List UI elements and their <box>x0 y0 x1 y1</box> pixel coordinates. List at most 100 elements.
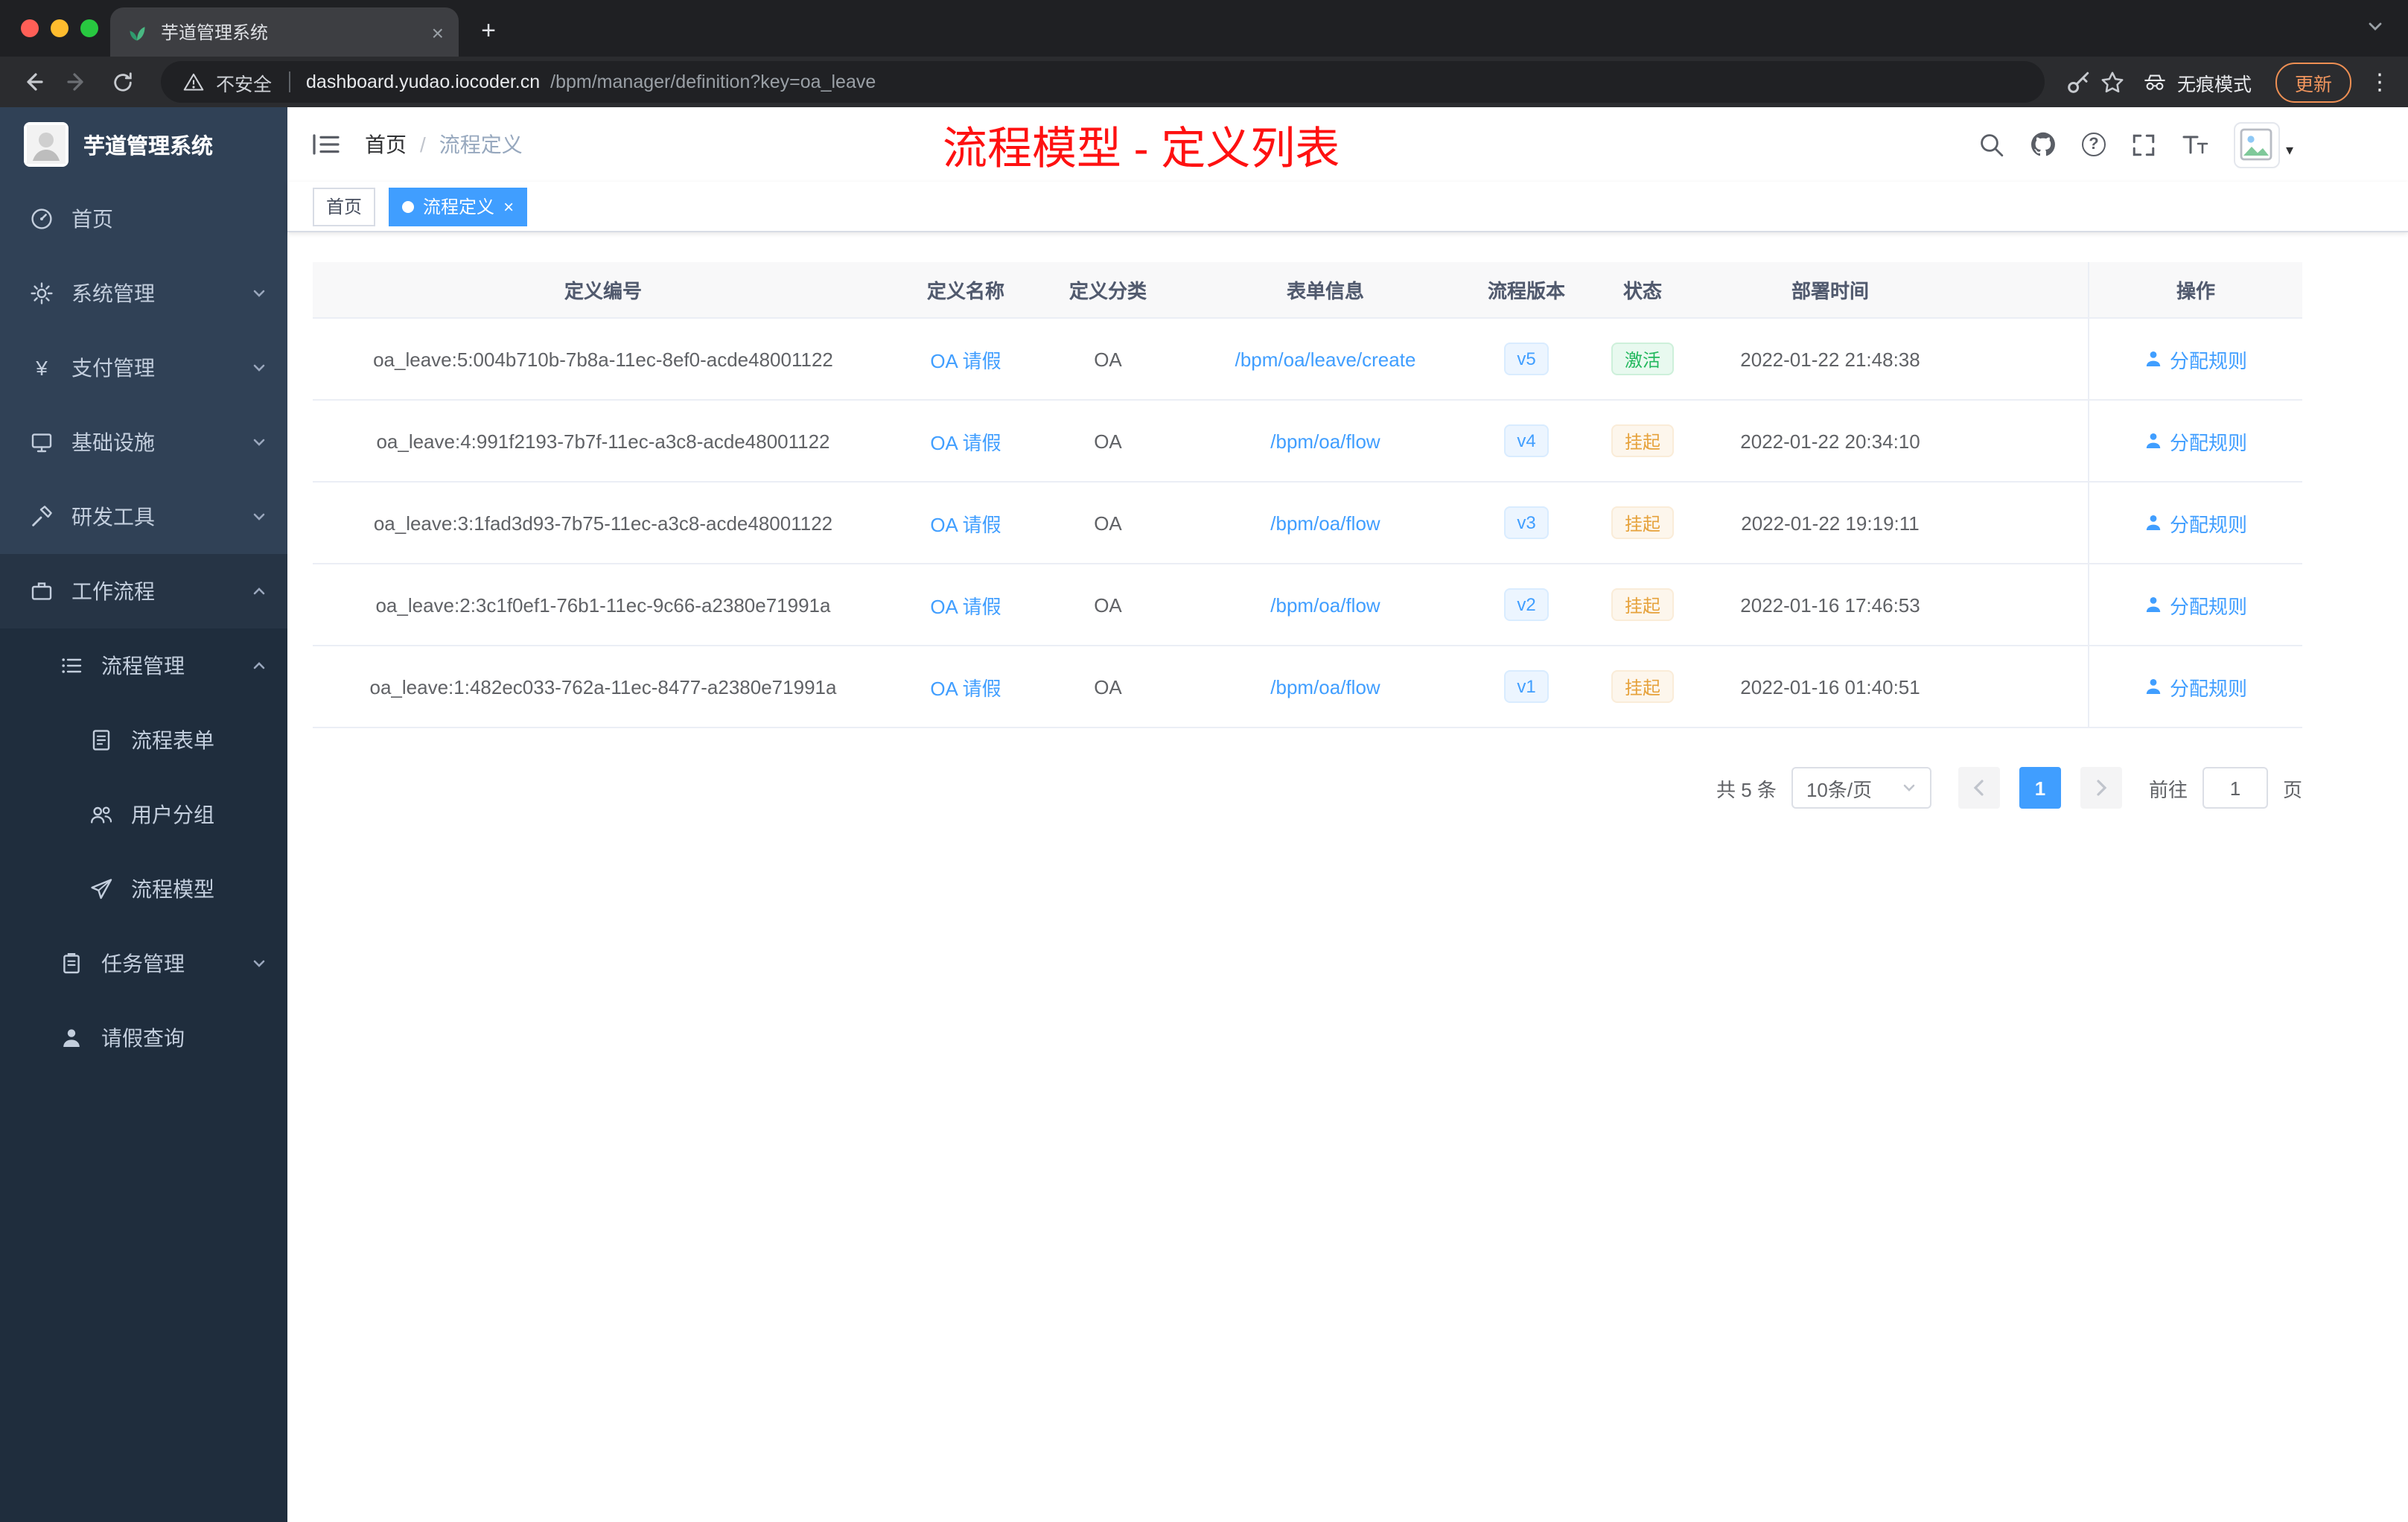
chevron-down-icon <box>252 956 267 971</box>
github-icon[interactable] <box>2030 131 2057 158</box>
browser-menu-icon[interactable]: ⋮ <box>2366 69 2393 95</box>
cell-category: OA <box>1094 348 1122 370</box>
definition-name-link[interactable]: OA 请假 <box>930 590 1001 619</box>
paper-plane-icon <box>89 877 113 901</box>
definition-table: 定义编号 定义名称 定义分类 表单信息 流程版本 状态 部署时间 操作 oa_l… <box>313 262 2302 728</box>
definition-name-link[interactable]: OA 请假 <box>930 427 1001 455</box>
password-key-icon[interactable] <box>2065 69 2091 95</box>
sidebar-item-workflow[interactable]: 工作流程 <box>0 554 287 628</box>
sidebar-item-process-management[interactable]: 流程管理 <box>0 628 287 703</box>
help-icon[interactable]: ? <box>2081 133 2106 156</box>
breadcrumb-home[interactable]: 首页 <box>365 130 407 159</box>
sidebar-item-process-form[interactable]: 流程表单 <box>0 703 287 777</box>
form-link[interactable]: /bpm/oa/flow <box>1270 593 1380 616</box>
caret-down-icon: ▾ <box>2285 142 2293 159</box>
document-icon <box>89 728 113 752</box>
window-zoom-button[interactable] <box>80 19 98 37</box>
form-link[interactable]: /bpm/oa/flow <box>1270 430 1380 452</box>
omnibox-divider <box>288 71 290 92</box>
sidebar-item-home[interactable]: 首页 <box>0 182 287 256</box>
tab-search-icon[interactable] <box>2366 18 2384 36</box>
fullscreen-icon[interactable] <box>2131 132 2156 157</box>
sidebar-item-task-management[interactable]: 任务管理 <box>0 926 287 1001</box>
sidebar-item-payment[interactable]: ¥ 支付管理 <box>0 331 287 405</box>
bookmark-star-icon[interactable] <box>2100 69 2125 95</box>
tag-process-definition[interactable]: 流程定义 × <box>389 187 528 226</box>
users-icon <box>89 803 113 827</box>
forward-button[interactable] <box>60 64 95 100</box>
chevron-down-icon <box>252 509 267 524</box>
sidebar-item-user-group[interactable]: 用户分组 <box>0 777 287 852</box>
next-page-button[interactable] <box>2080 767 2122 809</box>
user-menu[interactable]: ▾ <box>2233 121 2293 168</box>
tag-home[interactable]: 首页 <box>313 187 376 226</box>
chevron-up-icon <box>252 658 267 673</box>
address-bar[interactable]: 不安全 dashboard.yudao.iocoder.cn/bpm/manag… <box>161 61 2045 103</box>
sidebar-item-label: 研发工具 <box>71 505 155 529</box>
assign-rule-button[interactable]: 分配规则 <box>2144 672 2247 701</box>
back-button[interactable] <box>15 64 51 100</box>
col-header-deploy-time: 部署时间 <box>1791 280 1869 302</box>
sidebar-item-process-model[interactable]: 流程模型 <box>0 852 287 926</box>
page-size-select[interactable]: 10条/页 <box>1791 767 1931 809</box>
window-minimize-button[interactable] <box>51 19 69 37</box>
page-annotation: 流程模型 - 定义列表 <box>943 125 1340 174</box>
form-link[interactable]: /bpm/oa/leave/create <box>1235 348 1416 370</box>
assign-rule-button[interactable]: 分配规则 <box>2144 427 2247 455</box>
status-badge: 挂起 <box>1611 424 1674 457</box>
sidebar-item-label: 支付管理 <box>71 356 155 380</box>
assign-rule-button[interactable]: 分配规则 <box>2144 590 2247 619</box>
assign-rule-button[interactable]: 分配规则 <box>2144 345 2247 373</box>
col-header-version: 流程版本 <box>1487 280 1565 302</box>
definition-name-link[interactable]: OA 请假 <box>930 672 1001 701</box>
assign-rule-button[interactable]: 分配规则 <box>2144 509 2247 537</box>
sidebar-logo[interactable]: 芋道管理系统 <box>0 107 287 182</box>
tags-view: 首页 流程定义 × <box>287 182 2408 232</box>
hamburger-icon[interactable] <box>311 131 341 158</box>
header-actions: ? ▾ <box>1979 107 2293 182</box>
table-row: oa_leave:3:1fad3d93-7b75-11ec-a3c8-acde4… <box>313 483 2302 564</box>
security-warning-icon[interactable] <box>182 71 206 92</box>
cell-deploy-time: 2022-01-16 17:46:53 <box>1740 593 1920 616</box>
prev-page-button[interactable] <box>1958 767 2000 809</box>
status-badge: 挂起 <box>1611 506 1674 539</box>
status-badge: 挂起 <box>1611 670 1674 703</box>
chevron-down-icon <box>252 286 267 301</box>
url-path: /bpm/manager/definition?key=oa_leave <box>550 71 876 92</box>
sidebar-item-infrastructure[interactable]: 基础设施 <box>0 405 287 480</box>
avatar <box>2233 121 2280 168</box>
definition-name-link[interactable]: OA 请假 <box>930 345 1001 373</box>
new-tab-button[interactable]: + <box>468 10 509 52</box>
sidebar-item-system[interactable]: 系统管理 <box>0 256 287 331</box>
update-button[interactable]: 更新 <box>2275 62 2351 102</box>
window-close-button[interactable] <box>21 19 39 37</box>
current-page[interactable]: 1 <box>2019 767 2061 809</box>
font-size-icon[interactable] <box>2182 133 2208 156</box>
url-host: dashboard.yudao.iocoder.cn <box>306 71 541 92</box>
sidebar-item-leave-query[interactable]: 请假查询 <box>0 1001 287 1075</box>
user-icon <box>2146 433 2161 448</box>
cell-category: OA <box>1094 512 1122 534</box>
tag-close-icon[interactable]: × <box>503 196 514 217</box>
form-link[interactable]: /bpm/oa/flow <box>1270 675 1380 698</box>
reload-button[interactable] <box>104 64 140 100</box>
form-link[interactable]: /bpm/oa/flow <box>1270 512 1380 534</box>
cell-deploy-time: 2022-01-22 21:48:38 <box>1740 348 1920 370</box>
sidebar-item-label: 流程管理 <box>101 654 185 678</box>
version-tag: v4 <box>1503 424 1549 457</box>
page-header: 首页 / 流程定义 流程模型 - 定义列表 ? ▾ <box>287 107 2408 182</box>
cell-deploy-time: 2022-01-22 19:19:11 <box>1741 512 1920 534</box>
col-header-spacer <box>1955 262 2088 317</box>
definition-name-link[interactable]: OA 请假 <box>930 509 1001 537</box>
tag-label: 流程定义 <box>423 197 495 217</box>
version-tag: v3 <box>1503 506 1549 539</box>
tab-close-icon[interactable]: × <box>432 20 444 44</box>
col-header-name: 定义名称 <box>926 280 1004 302</box>
status-badge: 挂起 <box>1611 588 1674 621</box>
yen-icon: ¥ <box>36 356 48 380</box>
browser-tab[interactable]: 芋道管理系统 × <box>110 7 459 57</box>
goto-page-input[interactable] <box>2202 767 2268 809</box>
version-tag: v1 <box>1503 670 1549 703</box>
search-icon[interactable] <box>1979 132 2004 157</box>
sidebar-item-devtools[interactable]: 研发工具 <box>0 480 287 554</box>
